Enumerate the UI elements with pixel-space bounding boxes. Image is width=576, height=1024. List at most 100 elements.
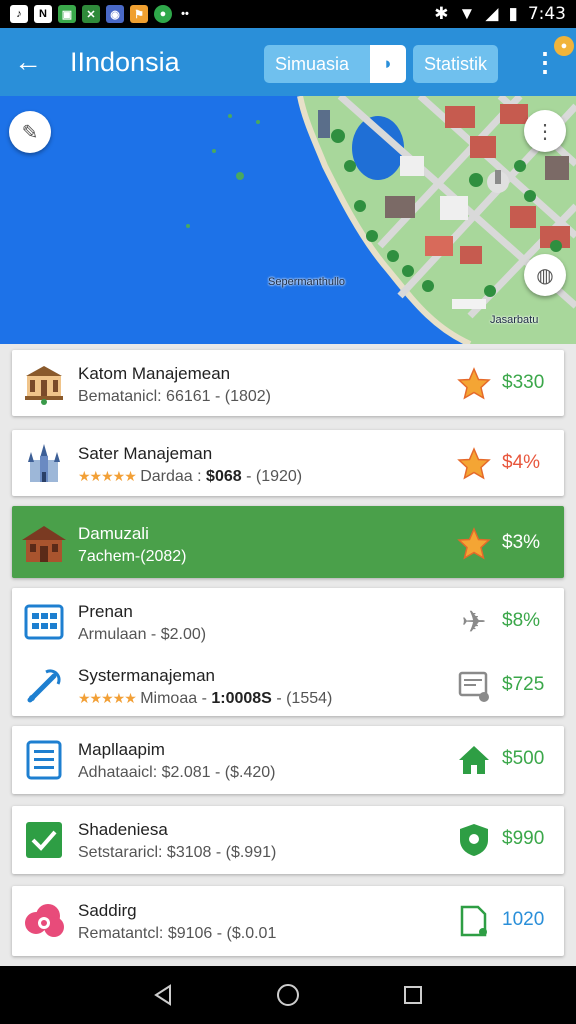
rating-stars: ★★★★★ xyxy=(78,468,137,484)
item-value: $4% xyxy=(502,452,541,473)
map-info-button[interactable]: ◍ xyxy=(524,254,566,296)
n-icon: N xyxy=(34,5,52,23)
chip-simulasi-label: Simuasia xyxy=(275,53,350,74)
item-value: 1020 xyxy=(502,909,545,930)
item-value: $990 xyxy=(502,828,545,849)
battery-icon: ▮ xyxy=(508,4,518,23)
pin-icon: ◍ xyxy=(536,264,554,287)
star-icon xyxy=(456,446,492,482)
chip-statistik-label: Statistik xyxy=(424,53,488,74)
item-title: Mapllaapim xyxy=(78,740,165,759)
photo-icon: ◉ xyxy=(106,5,124,23)
list-card: Prenan Armulaan - $2.00) ✈ $8% Systerman… xyxy=(12,588,564,716)
map-canvas xyxy=(0,96,576,344)
item-subtitle-bold: 1:0008S xyxy=(211,690,272,707)
item-title: Prenan xyxy=(78,602,133,621)
square-recents-icon xyxy=(404,986,423,1004)
item-subtitle-pre: Dardaa : xyxy=(140,468,202,485)
image-icon: ▣ xyxy=(58,5,76,23)
home-icon xyxy=(456,742,492,778)
shield-icon xyxy=(456,822,492,858)
list-item-selected[interactable]: Damuzali 7achem-(2082) $3% xyxy=(12,512,564,574)
item-value: $330 xyxy=(502,372,545,393)
item-subtitle: ★★★★★ Dardaa : $068 - (1920) xyxy=(78,468,302,486)
table-icon xyxy=(20,600,68,644)
list-icon xyxy=(20,738,68,782)
item-value: $725 xyxy=(502,674,545,695)
list-card: Shadeniesa Setstararicl: $3108 - ($.991)… xyxy=(12,806,564,874)
nav-home-button[interactable] xyxy=(264,971,312,1019)
item-subtitle-post: - (1554) xyxy=(276,690,333,707)
star-icon xyxy=(456,366,492,402)
wifi-icon: ▼ xyxy=(458,4,476,23)
chip-statistik[interactable]: Statistik xyxy=(413,45,499,83)
item-title: Damuzali xyxy=(78,524,149,543)
rating-stars: ★★★★★ xyxy=(78,690,137,706)
signal-icon: ◢ xyxy=(485,4,499,23)
mode-chips: Simuasia ◗ Statistik xyxy=(264,45,499,83)
item-title: Sater Manajeman xyxy=(78,444,213,463)
map-view[interactable]: ✎ ⋮ ◍ Sepermanthullo Jasarbatu xyxy=(0,96,576,344)
item-subtitle: Armulaan - $2.00) xyxy=(78,626,207,643)
item-value: $500 xyxy=(502,748,545,769)
list-item[interactable]: Shadeniesa Setstararicl: $3108 - ($.991)… xyxy=(12,808,564,870)
monitor-icon xyxy=(456,668,492,704)
nav-recents-button[interactable] xyxy=(389,971,437,1019)
x-icon: ✕ xyxy=(82,5,100,23)
map-label-coast: Jasarbatu xyxy=(490,314,539,326)
pencil-icon: ✎ xyxy=(21,121,39,144)
item-subtitle: Setstararicl: $3108 - ($.991) xyxy=(78,844,277,861)
airplane-icon: ✈ xyxy=(461,605,487,639)
item-subtitle: Adhataaicl: $2.081 - ($.420) xyxy=(78,764,276,781)
manajemen-list: Katom Manajemean Bematanicl: 66161 - (18… xyxy=(0,344,576,966)
nav-back-button[interactable] xyxy=(139,971,187,1019)
item-subtitle-bold: $068 xyxy=(206,468,242,485)
list-card: Sater Manajeman ★★★★★ Dardaa : $068 - (1… xyxy=(12,430,564,496)
status-bar: ♪ N ▣ ✕ ◉ ⚑ ● •• ✱ ▼ ◢ ▮ 7:43 xyxy=(0,0,576,28)
more-vert-icon[interactable]: ⋮ xyxy=(532,49,558,75)
system-nav-bar xyxy=(0,966,576,1024)
item-subtitle: Bematanicl: 66161 - (1802) xyxy=(78,388,271,405)
more-dots-icon: •• xyxy=(181,8,189,20)
notification-icons: ♪ N ▣ ✕ ◉ ⚑ ● •• xyxy=(10,5,192,23)
star-icon xyxy=(456,526,492,562)
map-label-sea: Sepermanthullo xyxy=(268,276,346,288)
list-item[interactable]: Katom Manajemean Bematanicl: 66161 - (18… xyxy=(12,352,564,414)
list-card: Saddirg Rematantcl: $9106 - ($.0.01 1020 xyxy=(12,886,564,956)
back-button[interactable]: ← xyxy=(0,28,56,96)
pin-icon xyxy=(20,664,68,708)
list-item[interactable]: Sater Manajeman ★★★★★ Dardaa : $068 - (1… xyxy=(12,432,564,494)
item-title: Katom Manajemean xyxy=(78,364,231,383)
page-title: IIndonsia xyxy=(70,46,180,77)
item-value: $8% xyxy=(502,610,541,631)
item-title: Systermanajeman xyxy=(78,666,216,685)
list-item[interactable]: Saddirg Rematantcl: $9106 - ($.0.01 1020 xyxy=(12,889,564,951)
flag-icon: ⚑ xyxy=(130,5,148,23)
item-title: Saddirg xyxy=(78,901,137,920)
chip-simulasi[interactable]: Simuasia ◗ xyxy=(264,45,406,83)
list-item[interactable]: Mapllaapim Adhataaicl: $2.081 - ($.420) … xyxy=(12,728,564,790)
cathedral-icon xyxy=(20,442,68,486)
cloud-icon xyxy=(20,899,68,943)
list-card: Katom Manajemean Bematanicl: 66161 - (18… xyxy=(12,350,564,416)
document-icon xyxy=(456,903,492,939)
list-card: Mapllaapim Adhataaicl: $2.081 - ($.420) … xyxy=(12,726,564,794)
item-subtitle-pre: Mimoaa - xyxy=(140,690,207,707)
more-vert-icon: ⋮ xyxy=(535,120,555,143)
check-icon xyxy=(20,818,68,862)
chat-icon: ● xyxy=(154,5,172,23)
clock: 7:43 xyxy=(527,4,566,24)
app-bar: ← IIndonsia Simuasia ◗ Statistik ● ⋮ xyxy=(0,28,576,96)
edit-map-button[interactable]: ✎ xyxy=(9,111,51,153)
item-title: Shadeniesa xyxy=(78,820,168,839)
item-subtitle: Rematantcl: $9106 - ($.0.01 xyxy=(78,925,277,942)
list-item[interactable]: Prenan Armulaan - $2.00) ✈ $8% xyxy=(12,590,564,652)
map-more-button[interactable]: ⋮ xyxy=(524,110,566,152)
item-subtitle: 7achem-(2082) xyxy=(78,548,187,565)
chip-toggle-icon[interactable]: ◗ xyxy=(370,45,406,83)
triangle-back-icon xyxy=(153,984,171,1006)
bluetooth-icon: ✱ xyxy=(434,4,449,23)
item-subtitle-post: - (1920) xyxy=(246,468,303,485)
item-value: $3% xyxy=(502,532,541,553)
list-item[interactable]: Systermanajeman ★★★★★ Mimoaa - 1:0008S -… xyxy=(12,654,564,716)
